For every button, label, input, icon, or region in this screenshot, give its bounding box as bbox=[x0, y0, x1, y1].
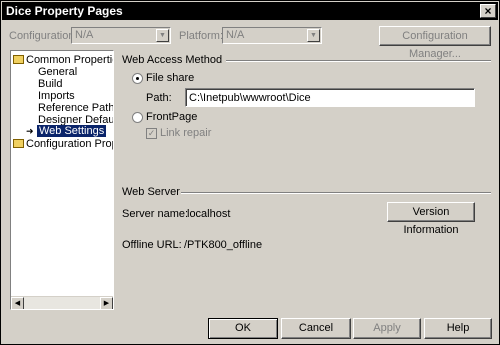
path-input[interactable]: C:\Inetpub\wwwroot\Dice bbox=[185, 88, 475, 107]
help-button[interactable]: Help bbox=[424, 318, 492, 339]
configuration-manager-button[interactable]: Configuration Manager... bbox=[379, 26, 491, 60]
platform-label: Platform: bbox=[179, 30, 224, 42]
platform-value: N/A bbox=[226, 29, 245, 41]
tree-item-reference-path[interactable]: Reference Path bbox=[38, 102, 113, 114]
title-bar: Dice Property Pages × bbox=[2, 2, 498, 20]
web-access-section-title: Web Access Method bbox=[122, 54, 223, 66]
link-repair-label[interactable]: Link repair bbox=[160, 127, 211, 139]
configuration-dropdown[interactable]: N/A ▼ bbox=[71, 27, 171, 44]
window-title: Dice Property Pages bbox=[6, 4, 123, 18]
category-tree[interactable]: Common Properties General Build Imports … bbox=[10, 50, 114, 310]
link-repair-checkbox[interactable]: ✓ bbox=[146, 128, 157, 139]
property-pages-dialog: Dice Property Pages × Configuration: N/A… bbox=[0, 0, 500, 345]
platform-dropdown[interactable]: N/A ▼ bbox=[222, 27, 322, 44]
tree-item-label: Configuration Properties bbox=[26, 138, 113, 150]
file-share-radio[interactable] bbox=[132, 73, 143, 84]
horizontal-scrollbar[interactable]: ◀ ▶ bbox=[11, 296, 113, 309]
chevron-down-icon: ▼ bbox=[307, 29, 320, 42]
offline-url-value: /PTK800_offline bbox=[184, 239, 263, 251]
configuration-value: N/A bbox=[75, 29, 94, 41]
folder-icon bbox=[13, 139, 24, 148]
path-value: C:\Inetpub\wwwroot\Dice bbox=[189, 92, 311, 104]
tree-item-build[interactable]: Build bbox=[38, 78, 62, 90]
chevron-down-icon: ▼ bbox=[156, 29, 169, 42]
file-share-label[interactable]: File share bbox=[146, 72, 194, 84]
arrow-right-icon: ➜ bbox=[26, 126, 34, 136]
web-access-divider bbox=[226, 60, 491, 62]
folder-open-icon bbox=[13, 55, 24, 64]
close-button[interactable]: × bbox=[480, 4, 496, 18]
tree-item-general[interactable]: General bbox=[38, 66, 77, 78]
apply-button[interactable]: Apply bbox=[353, 318, 421, 339]
frontpage-label[interactable]: FrontPage bbox=[146, 111, 197, 123]
server-name-label: Server name: bbox=[122, 208, 189, 220]
web-server-divider bbox=[181, 192, 491, 194]
scroll-right-button[interactable]: ▶ bbox=[100, 297, 113, 309]
server-name-value: localhost bbox=[187, 208, 231, 220]
tree-item-label-selected: Web Settings bbox=[37, 125, 107, 137]
scroll-left-button[interactable]: ◀ bbox=[11, 297, 24, 309]
offline-url-label: Offline URL: bbox=[122, 239, 182, 251]
ok-button[interactable]: OK bbox=[208, 318, 278, 339]
cancel-button[interactable]: Cancel bbox=[281, 318, 351, 339]
tree-item-label: Common Properties bbox=[26, 54, 113, 66]
tree-item-imports[interactable]: Imports bbox=[38, 90, 75, 102]
web-server-section-title: Web Server bbox=[122, 186, 180, 198]
configuration-label: Configuration: bbox=[9, 30, 78, 42]
version-information-button[interactable]: Version Information bbox=[387, 202, 475, 236]
frontpage-radio[interactable] bbox=[132, 112, 143, 123]
path-label: Path: bbox=[146, 92, 172, 104]
